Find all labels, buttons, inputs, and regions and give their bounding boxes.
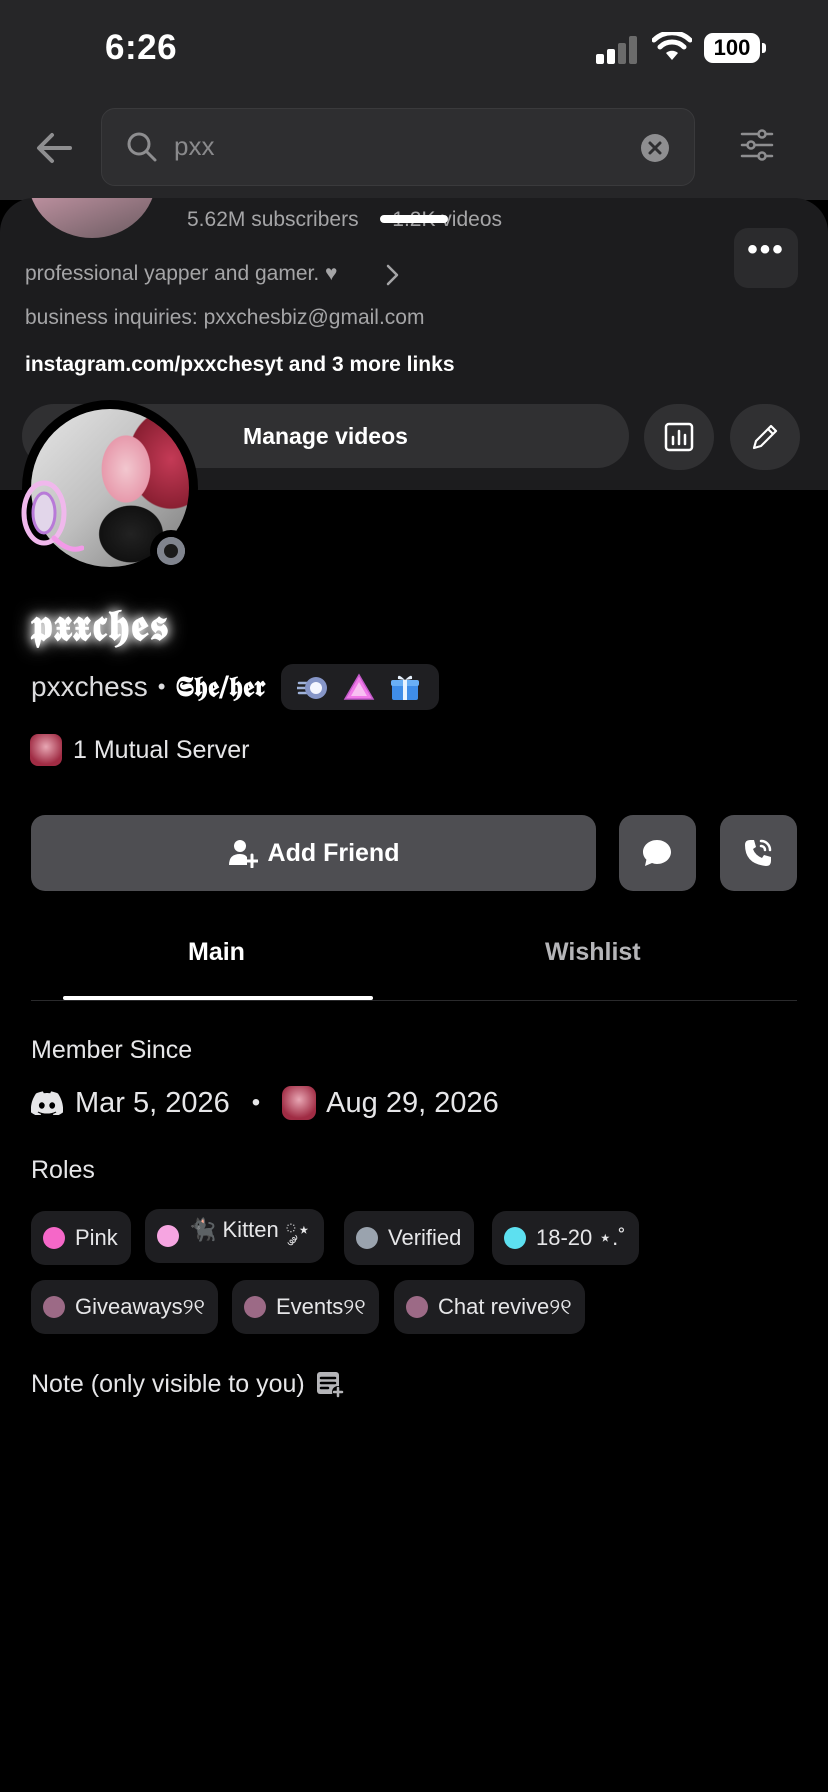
discord-join-date: Mar 5, 2026 [75, 1086, 230, 1119]
note-label: Note (only visible to you) [31, 1369, 305, 1398]
date-separator: • [251, 1089, 261, 1116]
display-name: 𝖕𝖝𝖝𝖈𝖍𝖊𝖘 [30, 600, 170, 651]
gift-badge-icon[interactable] [389, 672, 421, 702]
clear-search-icon[interactable] [640, 133, 670, 163]
subscriber-count: 5.62M subscribers [187, 208, 359, 231]
mutual-servers-label: 1 Mutual Server [73, 735, 250, 764]
badge-list [281, 664, 440, 710]
overlay-dash [380, 215, 448, 223]
role-label: Events୨୧ [276, 1294, 366, 1319]
server-icon [282, 1086, 317, 1120]
status-time: 6:26 [105, 28, 178, 67]
nitro-boost-badge-icon[interactable] [297, 672, 329, 702]
channel-links[interactable]: instagram.com/pxxchesyt and 3 more links [25, 353, 455, 377]
server-icon [30, 734, 62, 766]
member-since-heading: Member Since [31, 1036, 193, 1064]
role-label: Verified [388, 1225, 462, 1250]
call-button[interactable] [720, 815, 797, 891]
bar-chart-icon [664, 422, 694, 452]
battery-icon: 100 [704, 33, 766, 63]
search-query: pxx [174, 131, 215, 161]
search-header: pxx [0, 100, 828, 200]
more-options-button[interactable]: ••• [734, 228, 798, 288]
role-pill[interactable]: Pink [31, 1211, 131, 1265]
pronouns: 𝕾𝖍𝖊/𝖍𝖊𝖗 [175, 670, 266, 703]
channel-description[interactable]: professional yapper and gamer. ♥ [25, 262, 338, 286]
phone-icon [745, 839, 772, 866]
role-color-dot [244, 1296, 266, 1318]
status-bar: 6:26 100 [0, 0, 828, 100]
tab-wishlist[interactable]: Wishlist [545, 938, 641, 967]
triangle-badge-icon[interactable] [343, 672, 375, 702]
business-email: business inquiries: pxxchesbiz@gmail.com [25, 306, 425, 329]
role-pill[interactable]: Events୨୧ [232, 1280, 379, 1334]
role-label: Giveaways୨୧ [75, 1294, 206, 1319]
role-label: 🐈‍⬛ Kitten ༘⋆ [189, 1217, 311, 1242]
chat-bubble-icon [643, 840, 671, 866]
role-label: Chat revive୨୧ [438, 1294, 572, 1319]
member-since-row: Mar 5, 2026 • Aug 29, 2026 [31, 1084, 499, 1122]
role-color-dot [43, 1296, 65, 1318]
role-pill[interactable]: Verified [344, 1211, 475, 1265]
role-color-dot [504, 1227, 526, 1249]
role-pill[interactable]: 🐈‍⬛ Kitten ༘⋆ [145, 1209, 324, 1263]
analytics-button[interactable] [644, 404, 714, 470]
add-friend-button[interactable]: Add Friend [31, 815, 596, 891]
channel-avatar[interactable] [28, 198, 156, 238]
edit-button[interactable] [730, 404, 800, 470]
role-label: 18-20 ⋆.˚ [536, 1225, 626, 1250]
cellular-signal-icon [596, 36, 640, 64]
role-color-dot [157, 1225, 179, 1247]
role-color-dot [43, 1227, 65, 1249]
role-pill[interactable]: Giveaways୨୧ [31, 1280, 219, 1334]
username-separator: • [157, 674, 166, 699]
filter-icon[interactable] [740, 128, 774, 162]
add-note-icon[interactable] [315, 1369, 345, 1399]
role-color-dot [356, 1227, 378, 1249]
tab-main[interactable]: Main [188, 938, 245, 967]
channel-stats: 5.62M subscribers 1.2K videos [187, 208, 502, 232]
mutual-servers[interactable]: 1 Mutual Server [30, 732, 249, 768]
role-color-dot [406, 1296, 428, 1318]
roles-heading: Roles [31, 1156, 95, 1184]
server-join-date: Aug 29, 2026 [326, 1086, 499, 1119]
search-icon [127, 132, 157, 162]
offline-status-indicator [150, 530, 192, 572]
search-input[interactable]: pxx [101, 108, 695, 186]
pencil-icon [752, 424, 778, 450]
add-friend-label: Add Friend [267, 838, 400, 867]
username[interactable]: pxxchess [31, 671, 148, 703]
username-row: pxxchess • 𝕾𝖍𝖊/𝖍𝖊𝖗 [31, 664, 440, 710]
role-label: Pink [75, 1225, 118, 1250]
chevron-right-icon[interactable] [382, 262, 402, 288]
note-row[interactable]: Note (only visible to you) [31, 1364, 345, 1404]
battery-level: 100 [704, 33, 760, 63]
headphone-decoration-icon [21, 480, 84, 552]
wifi-icon [652, 32, 692, 60]
role-pill[interactable]: Chat revive୨୧ [394, 1280, 585, 1334]
role-pill[interactable]: 18-20 ⋆.˚ [492, 1211, 639, 1265]
message-button[interactable] [619, 815, 696, 891]
add-friend-icon [228, 840, 258, 868]
tab-divider [31, 1000, 797, 1001]
discord-logo-icon [31, 1091, 63, 1115]
back-arrow-icon[interactable] [30, 124, 78, 172]
